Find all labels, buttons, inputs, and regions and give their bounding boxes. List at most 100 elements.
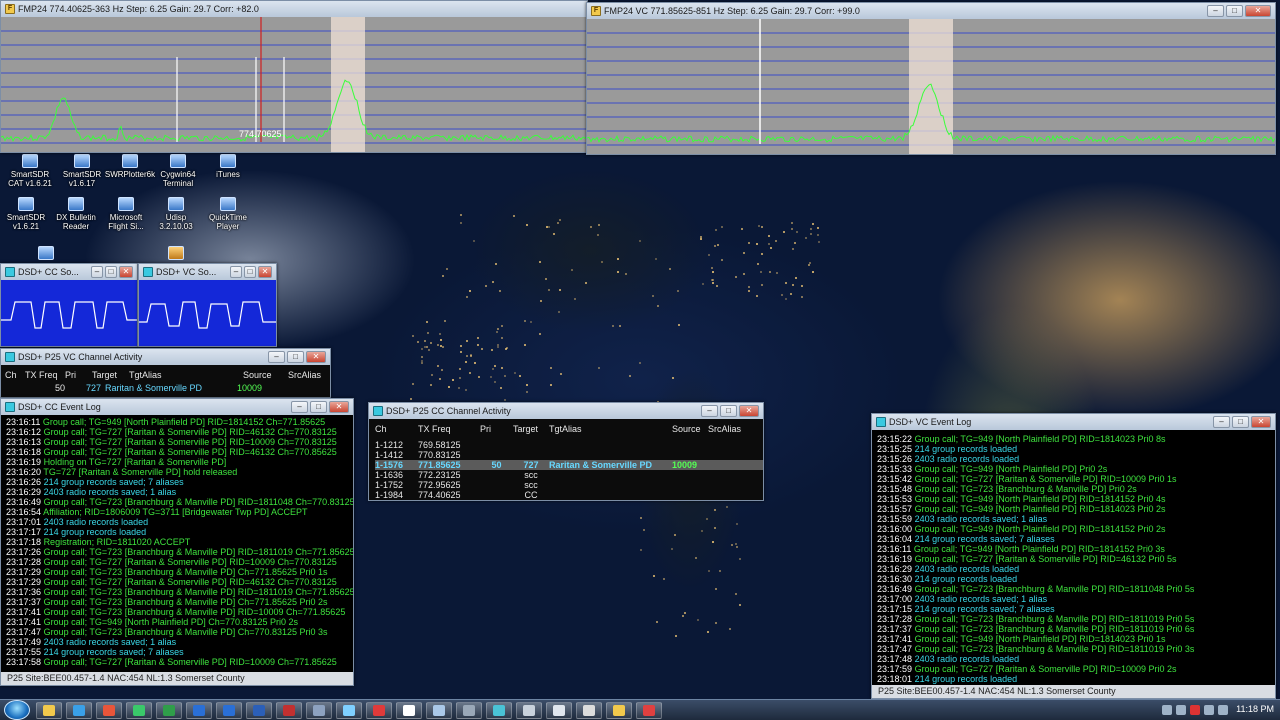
minimize-button[interactable]: – <box>1207 5 1224 17</box>
desktop-icon[interactable]: SWRPlotter6k <box>104 154 156 179</box>
spectrum-cc-titlebar[interactable]: F FMP24 774.40625-363 Hz Step: 6.25 Gain… <box>1 1 587 17</box>
taskbar-terminal-icon[interactable] <box>126 702 152 719</box>
taskbar-chrome-icon[interactable] <box>96 702 122 719</box>
table-row[interactable]: 1-1984 774.40625 CC <box>375 490 763 500</box>
start-button[interactable] <box>4 700 30 720</box>
tray-network-icon[interactable] <box>1176 705 1186 715</box>
taskbar-settings-icon[interactable] <box>306 702 332 719</box>
spectrum-cc-plot[interactable]: 774.70625 <box>1 17 587 152</box>
cell-source <box>672 470 708 480</box>
vc-scope-titlebar[interactable]: DSD+ VC So... – □ ✕ <box>139 264 276 280</box>
taskbar-notes-icon[interactable] <box>546 702 572 719</box>
cc-scope-titlebar[interactable]: DSD+ CC So... – □ ✕ <box>1 264 137 280</box>
table-row[interactable]: 50 727 Raritan & Somerville PD 10009 <box>5 382 330 394</box>
close-button[interactable]: ✕ <box>306 351 326 363</box>
spectrum-window-cc[interactable]: F FMP24 774.40625-363 Hz Step: 6.25 Gain… <box>0 0 588 153</box>
tray-antivirus-icon[interactable] <box>1190 705 1200 715</box>
log-entry: 23:16:12 Group call; TG=727 [Raritan & S… <box>6 427 353 437</box>
desktop-icon[interactable]: SmartSDR v1.6.21 <box>0 197 52 231</box>
table-row[interactable]: 1-1412 770.83125 <box>375 450 763 460</box>
minimize-button[interactable]: – <box>1213 416 1230 428</box>
minimize-button[interactable]: – <box>268 351 285 363</box>
taskbar-fmp24-icon[interactable] <box>606 702 632 719</box>
maximize-button[interactable]: □ <box>244 266 256 278</box>
taskbar-smartsdr-icon[interactable] <box>426 702 452 719</box>
cc-log-titlebar[interactable]: DSD+ CC Event Log – □ ✕ <box>1 399 353 415</box>
close-button[interactable]: ✕ <box>739 405 759 417</box>
spectrum-window-vc[interactable]: F FMP24 VC 771.85625-851 Hz Step: 6.25 G… <box>586 2 1276 155</box>
table-row[interactable]: 1-1636 772.23125 scc <box>375 470 763 480</box>
desktop-icon-partial[interactable] <box>20 246 72 262</box>
taskbar-clock-icon[interactable] <box>576 702 602 719</box>
desktop-icon[interactable]: Microsoft Flight Si... <box>100 197 152 231</box>
desktop-icon[interactable]: Cygwin64 Terminal <box>152 154 204 188</box>
col-ch: Ch <box>375 424 387 434</box>
application-icon <box>170 154 186 168</box>
taskbar-media-icon[interactable] <box>276 702 302 719</box>
vc-log-titlebar[interactable]: DSD+ VC Event Log – □ ✕ <box>872 414 1275 430</box>
desktop-icon[interactable]: DX Bulletin Reader <box>50 197 102 231</box>
taskbar-speedometer-icon[interactable] <box>636 702 662 719</box>
taskbar-word-icon[interactable] <box>246 702 272 719</box>
taskbar-radio-icon[interactable] <box>366 702 392 719</box>
maximize-button[interactable]: □ <box>1232 416 1249 428</box>
tray-volume-icon[interactable] <box>1218 705 1228 715</box>
vc-activity-titlebar[interactable]: DSD+ P25 VC Channel Activity – □ ✕ <box>1 349 330 365</box>
desktop-icon[interactable]: SmartSDR v1.6.17 <box>56 154 108 188</box>
vc-log-text[interactable]: 23:15:22 Group call; TG=949 [North Plain… <box>872 430 1275 685</box>
maximize-button[interactable]: □ <box>287 351 304 363</box>
desktop-icon-label: Udisp 3.2.10.03 <box>159 213 193 231</box>
vc-scope-window[interactable]: DSD+ VC So... – □ ✕ <box>138 263 277 347</box>
desktop-icon[interactable]: iTunes <box>202 154 254 179</box>
desktop-icon[interactable]: SmartSDR CAT v1.6.21 <box>4 154 56 188</box>
taskbar-photoshop-icon[interactable] <box>186 702 212 719</box>
minimize-button[interactable]: – <box>701 405 718 417</box>
log-timestamp: 23:17:58 <box>6 657 42 667</box>
taskbar-ie-icon[interactable] <box>66 702 92 719</box>
col-pri: Pri <box>65 370 76 380</box>
minimize-button[interactable]: – <box>91 266 103 278</box>
taskbar-network-icon[interactable] <box>336 702 362 719</box>
taskbar-calculator-icon[interactable] <box>456 702 482 719</box>
tray-monitor-icon[interactable] <box>1204 705 1214 715</box>
spectrum-vc-titlebar[interactable]: F FMP24 VC 771.85625-851 Hz Step: 6.25 G… <box>587 3 1275 19</box>
cc-scope-window[interactable]: DSD+ CC So... – □ ✕ <box>0 263 138 347</box>
taskbar-dsdplus-icon[interactable] <box>486 702 512 719</box>
cc-activity-titlebar[interactable]: DSD+ P25 CC Channel Activity – □ ✕ <box>369 403 763 419</box>
vc-channel-activity-window[interactable]: DSD+ P25 VC Channel Activity – □ ✕ Ch TX… <box>0 348 331 398</box>
close-button[interactable]: ✕ <box>1245 5 1271 17</box>
taskbar-vc-log-icon[interactable] <box>516 702 542 719</box>
close-button[interactable]: ✕ <box>329 401 349 413</box>
tray-flag-icon[interactable] <box>1162 705 1172 715</box>
log-message: Group call; TG=727 [Raritan & Somerville… <box>914 474 1177 484</box>
log-message: Group call; TG=727 [Raritan & Somerville… <box>43 557 337 567</box>
log-timestamp: 23:17:18 <box>6 537 42 547</box>
minimize-button[interactable]: – <box>230 266 242 278</box>
cc-channel-activity-window[interactable]: DSD+ P25 CC Channel Activity – □ ✕ Ch TX… <box>368 402 764 501</box>
desktop-icon-partial-2[interactable] <box>150 246 202 262</box>
close-button[interactable]: ✕ <box>1251 416 1271 428</box>
taskbar-clock[interactable]: 11:18 PM <box>1236 704 1274 714</box>
cell-tgt-alias <box>549 470 672 480</box>
maximize-button[interactable]: □ <box>310 401 327 413</box>
taskbar-weather-icon[interactable] <box>396 702 422 719</box>
table-row[interactable]: 1-1576 771.85625 50 727 Raritan & Somerville… <box>375 460 763 470</box>
maximize-button[interactable]: □ <box>1226 5 1243 17</box>
close-button[interactable]: ✕ <box>119 266 133 278</box>
table-row[interactable]: 1-1212 769.58125 <box>375 440 763 450</box>
vc-event-log-window[interactable]: DSD+ VC Event Log – □ ✕ 23:15:22 Group c… <box>871 413 1276 699</box>
desktop-icon[interactable]: Udisp 3.2.10.03 <box>150 197 202 231</box>
taskbar-excel-icon[interactable] <box>156 702 182 719</box>
maximize-button[interactable]: □ <box>105 266 117 278</box>
taskbar-outlook-icon[interactable] <box>216 702 242 719</box>
cc-event-log-window[interactable]: DSD+ CC Event Log – □ ✕ 23:16:11 Group c… <box>0 398 354 686</box>
spectrum-vc-plot[interactable] <box>587 19 1275 154</box>
maximize-button[interactable]: □ <box>720 405 737 417</box>
log-entry: 23:17:15 214 group records saved; 7 alia… <box>877 604 1275 614</box>
table-row[interactable]: 1-1752 772.95625 scc <box>375 480 763 490</box>
desktop-icon[interactable]: QuickTime Player <box>202 197 254 231</box>
close-button[interactable]: ✕ <box>258 266 272 278</box>
cc-log-text[interactable]: 23:16:11 Group call; TG=949 [North Plain… <box>1 415 353 672</box>
taskbar-explorer-icon[interactable] <box>36 702 62 719</box>
minimize-button[interactable]: – <box>291 401 308 413</box>
